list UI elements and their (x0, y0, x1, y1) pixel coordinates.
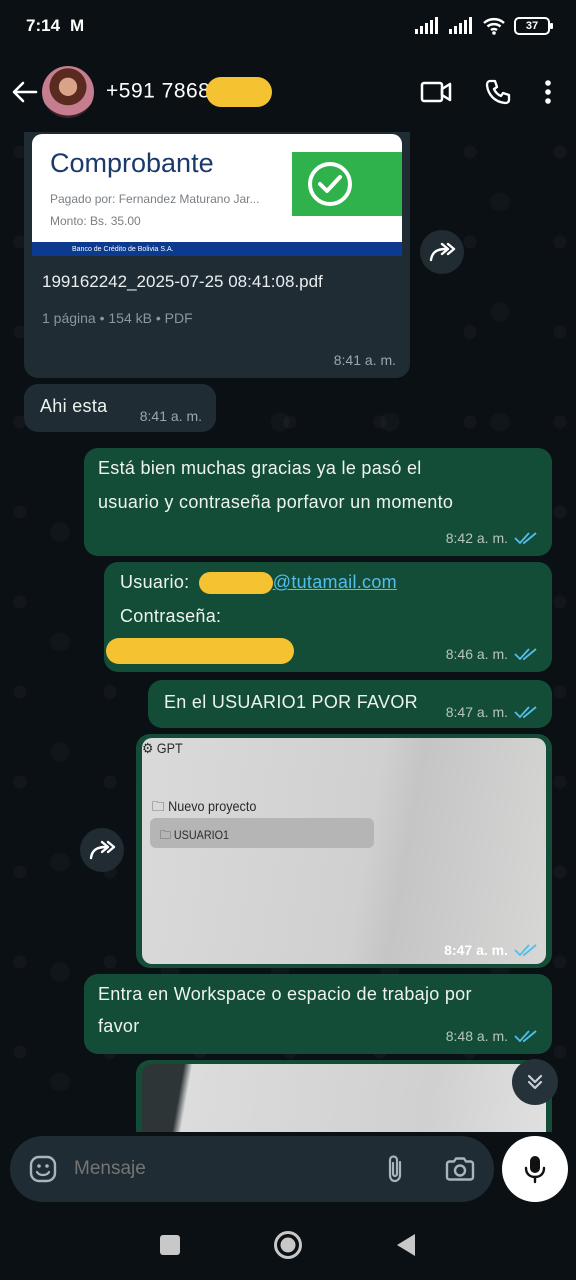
message-workspace[interactable]: Entra en Workspace o espacio de trabajo … (84, 974, 552, 1054)
status-time: 7:14 (26, 16, 61, 35)
gmail-notification-icon: M (70, 16, 85, 35)
photo-message-partial[interactable] (136, 1060, 552, 1132)
message-time: 8:41 a. m. (334, 352, 396, 368)
message-time: 8:42 a. m. (446, 530, 538, 546)
thumb-bank-band: Banco de Crédito de Bolivia S.A. (32, 242, 402, 256)
username-line: Usuario: @tutamail.com (120, 566, 397, 599)
time-text: 8:41 a. m. (139, 408, 202, 424)
contact-name[interactable]: +591 7868 (106, 77, 273, 107)
scroll-to-bottom-button[interactable] (512, 1059, 558, 1105)
usuario-text: USUARIO1 (173, 828, 230, 842)
back-nav-icon[interactable] (395, 1233, 417, 1257)
thumb-bank: Banco de Crédito de Bolivia S.A. (72, 245, 174, 253)
document-meta: 1 página • 154 kB • PDF (42, 310, 193, 326)
message-esta-bien[interactable]: Está bien muchas gracias ya le pasó el u… (84, 448, 552, 556)
time-text: 8:48 a. m. (445, 1028, 508, 1044)
video-call-icon[interactable] (420, 80, 452, 104)
contact-number: +591 7868 (106, 79, 211, 103)
photo-gpt-label: ⚙ GPT (142, 740, 183, 757)
camera-icon[interactable] (444, 1155, 476, 1183)
check-circle-icon (308, 162, 352, 206)
message-time: 8:46 a. m. (446, 646, 538, 662)
photo-message[interactable]: ⚙ GPT 🗀 Nuevo proyecto 🗀 USUARIO1 8:47 a… (136, 734, 552, 968)
time-text: 8:47 a. m. (444, 942, 508, 958)
status-bar: 7:14 M 37 (0, 0, 576, 52)
status-icons: 37 (414, 17, 553, 35)
double-check-icon (514, 706, 537, 719)
signal-icon-2 (449, 17, 472, 34)
header-actions (420, 78, 566, 106)
message-text: En el USUARIO1 POR FAVOR (164, 692, 418, 712)
arrow-left-icon (12, 81, 38, 103)
forward-icon (89, 840, 116, 860)
redaction-mark (106, 638, 294, 664)
message-credentials[interactable]: Usuario: @tutamail.com Contraseña: 8:46 … (104, 562, 552, 672)
photo-usuario-row: 🗀 USUARIO1 (160, 826, 229, 847)
attach-icon[interactable] (384, 1154, 406, 1184)
username-label: Usuario: (120, 572, 190, 592)
message-ahi-esta[interactable]: Ahi esta 8:41 a. m. (24, 384, 216, 432)
message-time: 8:47 a. m. (444, 942, 538, 958)
double-check-icon (514, 648, 537, 661)
contact-avatar[interactable] (42, 66, 94, 118)
message-line-1: Está bien muchas gracias ya le pasó el (98, 458, 422, 478)
voice-message-button[interactable] (502, 1136, 568, 1202)
more-options-icon[interactable] (544, 79, 552, 105)
document-thumbnail[interactable]: Comprobante Pagado por: Fernandez Matura… (32, 134, 402, 256)
nuevo-proyecto-text: Nuevo proyecto (168, 798, 257, 814)
message-line-2: usuario y contraseña porfavor un momento (98, 492, 454, 512)
thumb-payer: Pagado por: Fernandez Maturano Jar... (50, 192, 260, 206)
time-text: 8:42 a. m. (445, 530, 508, 546)
home-icon[interactable] (273, 1230, 303, 1260)
recents-icon[interactable] (159, 1234, 181, 1256)
message-text: Ahi esta (40, 396, 108, 416)
openai-logo-icon: ⚙ (142, 740, 154, 756)
forward-button[interactable] (80, 828, 124, 872)
double-chevron-down-icon (527, 1074, 543, 1090)
forward-icon (429, 242, 456, 262)
document-filename: 199162242_2025-07-25 08:41:08.pdf (42, 272, 323, 291)
phone-call-icon[interactable] (484, 78, 512, 106)
message-composer (10, 1136, 494, 1202)
redaction-mark (206, 77, 273, 107)
time-text: 8:46 a. m. (445, 646, 508, 662)
composer-actions (384, 1154, 476, 1184)
microphone-icon (524, 1156, 546, 1184)
thumb-amount: Monto: Bs. 35.00 (50, 214, 141, 228)
message-time: 8:48 a. m. (446, 1028, 538, 1044)
emoji-icon[interactable] (28, 1154, 58, 1184)
folder-icon: 🗀 (160, 828, 171, 842)
battery-icon: 37 (514, 17, 553, 35)
forward-button[interactable] (420, 230, 464, 274)
folder-icon: 🗀 (152, 798, 165, 814)
double-check-icon (514, 944, 537, 957)
time-text: 8:41 a. m. (333, 352, 396, 368)
double-check-icon (514, 1030, 537, 1043)
chat-header: +591 7868 (0, 52, 576, 132)
time-text: 8:47 a. m. (445, 704, 508, 720)
message-line-2: favor (98, 1016, 140, 1036)
message-time: 8:41 a. m. (140, 408, 202, 424)
thumb-check-panel (292, 152, 402, 216)
signal-icon (415, 17, 438, 34)
thumb-title: Comprobante (50, 148, 214, 178)
wifi-icon (483, 18, 505, 35)
message-time: 8:47 a. m. (446, 704, 538, 720)
message-usuario1[interactable]: En el USUARIO1 POR FAVOR 8:47 a. m. (148, 680, 552, 728)
document-message[interactable]: Comprobante Pagado por: Fernandez Matura… (24, 132, 410, 378)
message-line-1: Entra en Workspace o espacio de trabajo … (98, 984, 472, 1004)
email-link[interactable]: @tutamail.com (273, 572, 397, 592)
gpt-text: GPT (156, 740, 183, 756)
chat-messages[interactable]: Comprobante Pagado por: Fernandez Matura… (0, 132, 576, 1132)
redaction-mark (198, 572, 273, 595)
back-button[interactable] (10, 81, 40, 103)
system-nav-bar (0, 1210, 576, 1280)
photo-image[interactable] (142, 1064, 546, 1132)
message-input[interactable] (74, 1158, 314, 1180)
photo-image[interactable]: ⚙ GPT 🗀 Nuevo proyecto 🗀 USUARIO1 (142, 738, 546, 964)
double-check-icon (514, 532, 537, 545)
password-label: Contraseña: (120, 606, 222, 626)
photo-new-project: 🗀 Nuevo proyecto (152, 796, 256, 820)
